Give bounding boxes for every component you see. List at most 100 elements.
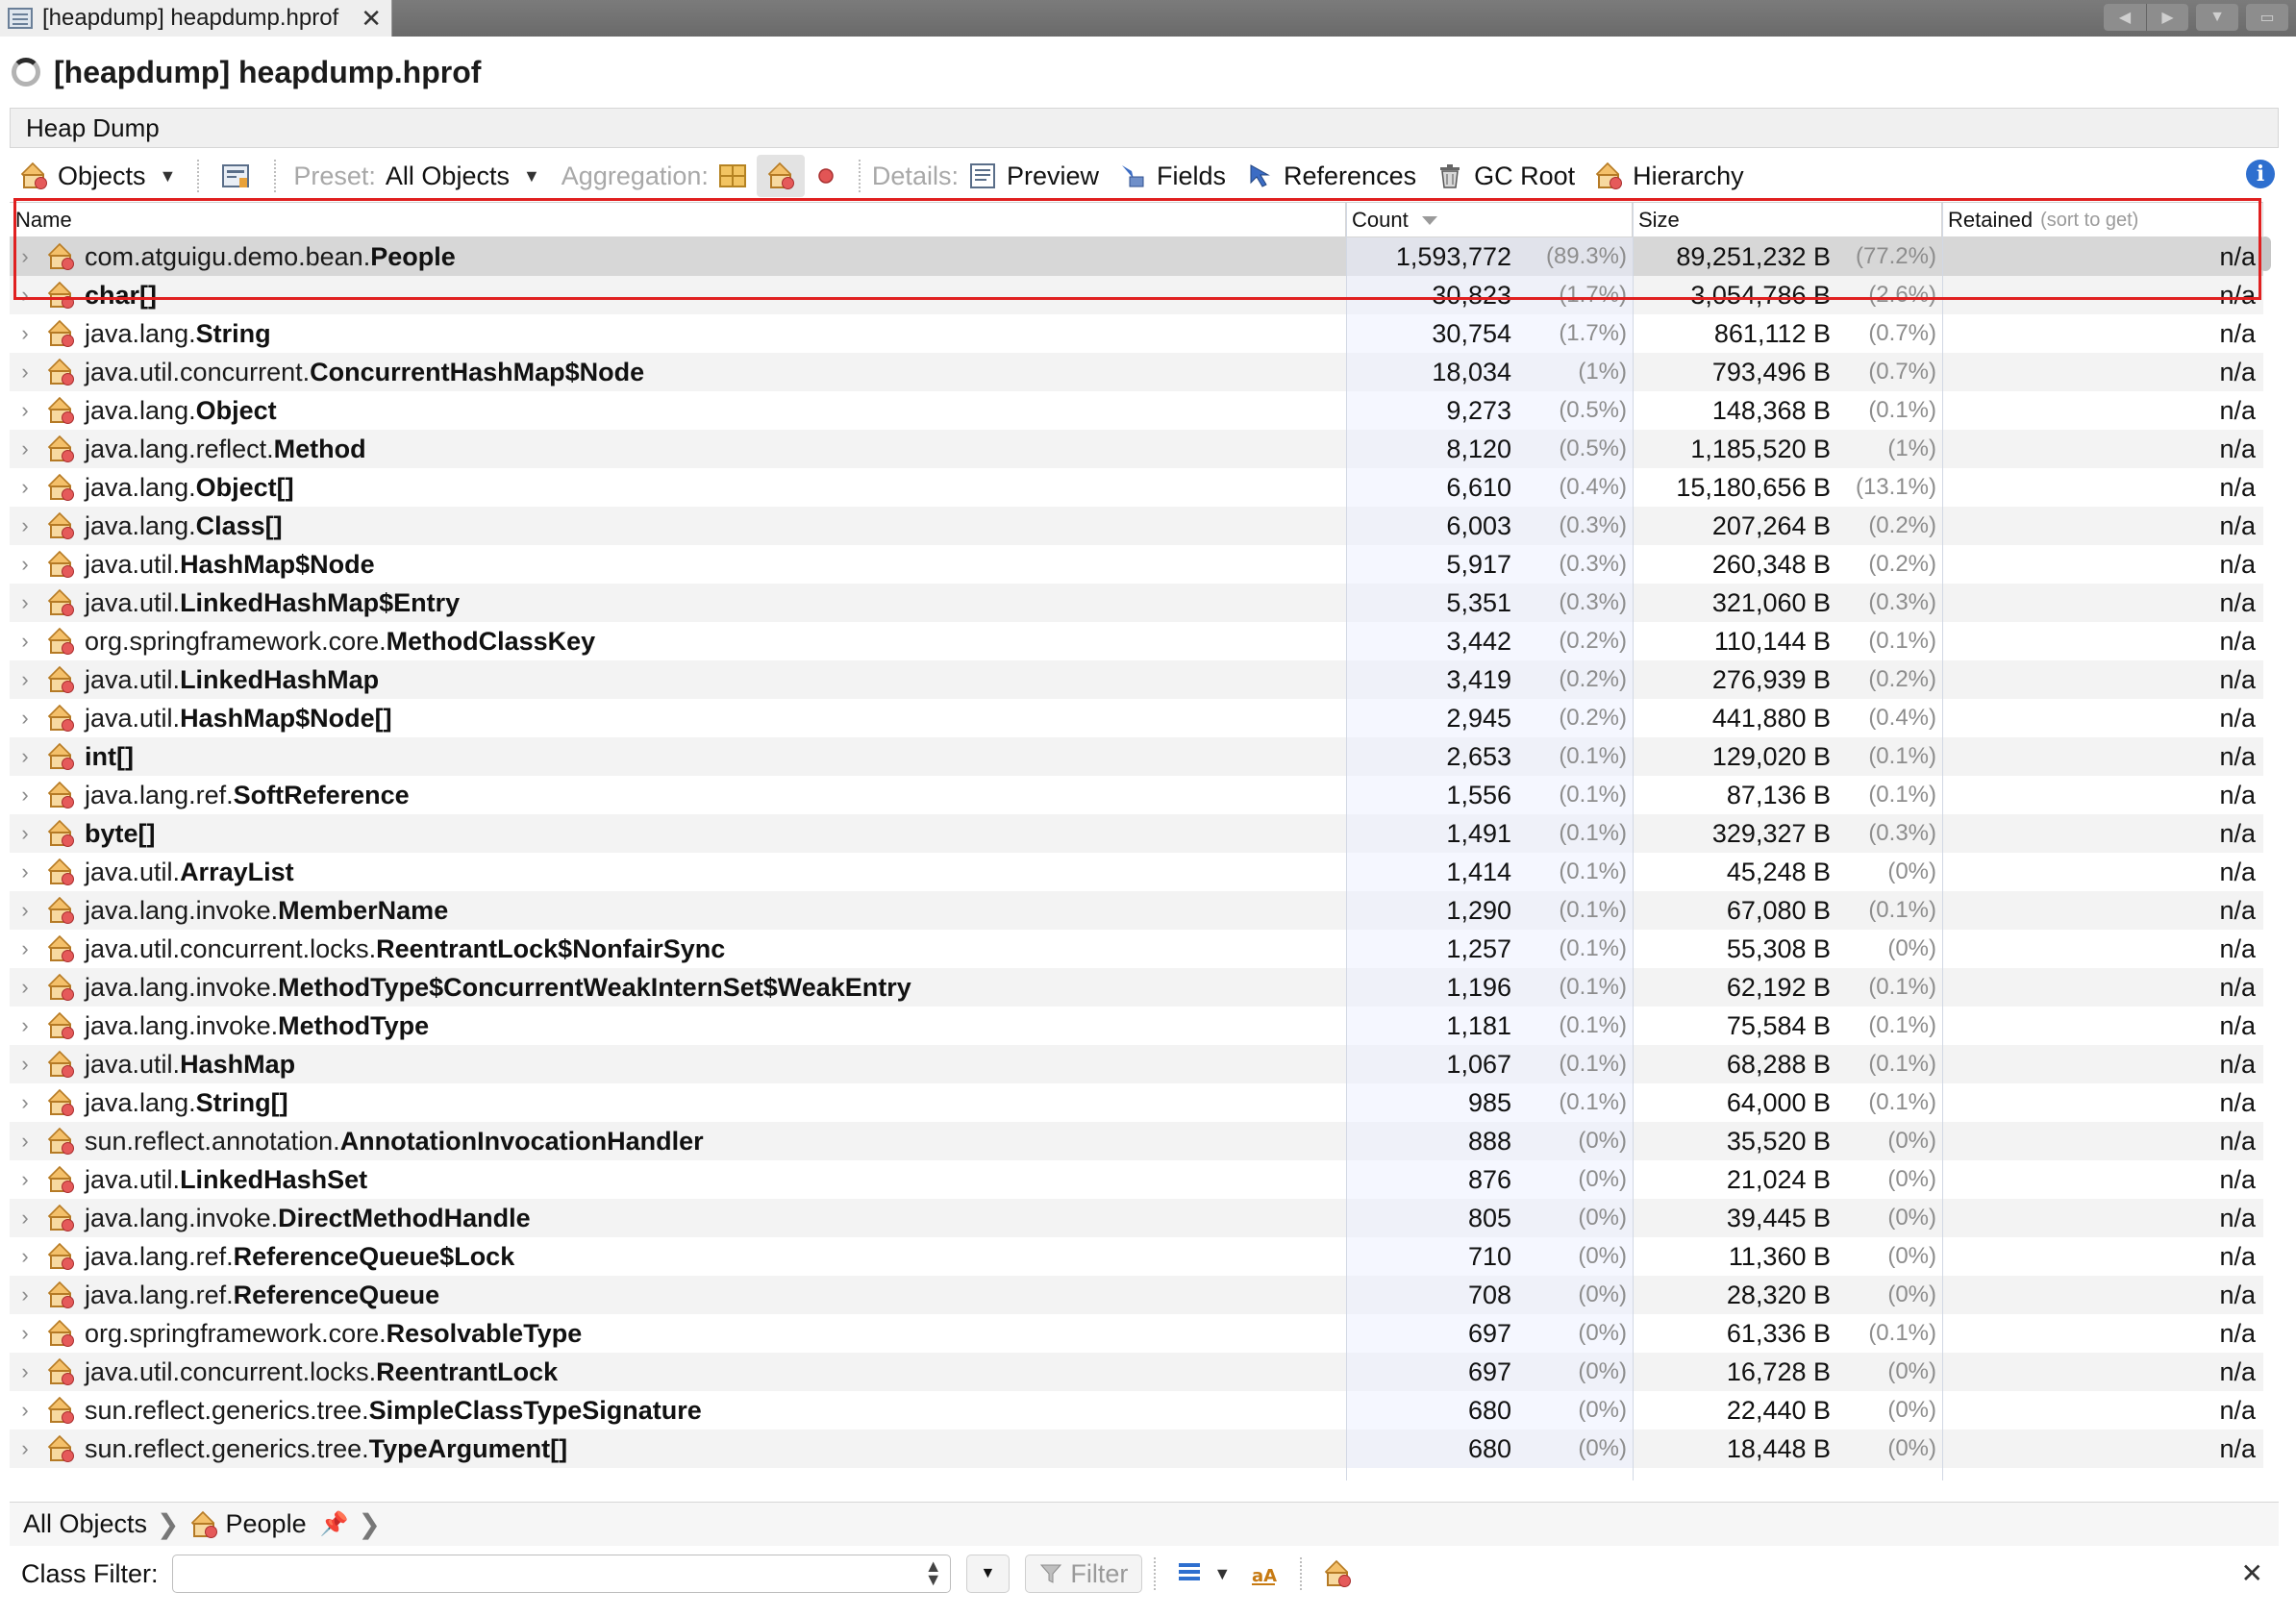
- aggregation-packages-button[interactable]: [709, 155, 757, 197]
- table-row[interactable]: › java.lang. Object 9,273 (0.5%) 148,368 B (0.…: [10, 391, 2263, 430]
- expand-icon[interactable]: ›: [15, 1282, 35, 1307]
- table-row[interactable]: › java.lang. String 30,754 (1.7%) 861,112 B (0…: [10, 314, 2263, 353]
- expand-icon[interactable]: ›: [15, 744, 35, 769]
- filter-class-button[interactable]: [1313, 1553, 1361, 1595]
- expand-icon[interactable]: ›: [15, 783, 35, 808]
- close-icon[interactable]: ✕: [361, 4, 382, 34]
- hierarchy-button[interactable]: Hierarchy: [1585, 155, 1754, 197]
- expand-icon[interactable]: ›: [15, 1359, 35, 1384]
- table-row[interactable]: › java.util. ArrayList 1,414 (0.1%) 45,248 B (…: [10, 853, 2263, 891]
- maximize-button[interactable]: ▭: [2246, 4, 2288, 31]
- close-filter-icon[interactable]: ✕: [2241, 1557, 2263, 1589]
- table-row[interactable]: › java.util. HashMap$Node[] 2,945 (0.2%) 441,…: [10, 699, 2263, 737]
- expand-icon[interactable]: ›: [15, 1129, 35, 1154]
- filter-button[interactable]: Filter: [1025, 1555, 1143, 1593]
- expand-icon[interactable]: ›: [15, 706, 35, 731]
- table-row[interactable]: › java.lang.ref. SoftReference 1,556 (0.1%) 8…: [10, 776, 2263, 814]
- table-row[interactable]: › sun.reflect.annotation. AnnotationInvoca…: [10, 1122, 2263, 1160]
- table-row[interactable]: › java.util.concurrent. ConcurrentHashMap$…: [10, 353, 2263, 391]
- table-row[interactable]: › java.util. LinkedHashSet 876 (0%) 21,024 B(…: [10, 1160, 2263, 1199]
- table-row[interactable]: › java.util. LinkedHashMap$Entry 5,351 (0.3%…: [10, 584, 2263, 622]
- references-button[interactable]: References: [1235, 155, 1426, 197]
- table-row[interactable]: › java.lang. Class[] 6,003 (0.3%) 207,264 B (0…: [10, 507, 2263, 545]
- table-row[interactable]: › java.lang.invoke. MethodType 1,181 (0.1%) 7…: [10, 1007, 2263, 1045]
- pin-icon[interactable]: 📌: [320, 1510, 349, 1538]
- column-size[interactable]: Size: [1633, 203, 1942, 237]
- table-row[interactable]: › java.lang.invoke. DirectMethodHandle 805(…: [10, 1199, 2263, 1237]
- expand-icon[interactable]: ›: [15, 1321, 35, 1346]
- expand-icon[interactable]: ›: [15, 360, 35, 385]
- breadcrumb-people[interactable]: People: [226, 1509, 307, 1539]
- expand-icon[interactable]: ›: [15, 1090, 35, 1115]
- filter-options-dropdown[interactable]: ▼: [965, 1555, 1011, 1593]
- table-row[interactable]: › java.util. LinkedHashMap 3,419 (0.2%) 276,9…: [10, 660, 2263, 699]
- scroll-right-button[interactable]: ▶: [2146, 4, 2188, 31]
- expand-icon[interactable]: ›: [15, 975, 35, 1000]
- snapshot-button[interactable]: [211, 155, 262, 197]
- fields-button[interactable]: Fields: [1109, 155, 1235, 197]
- expand-icon[interactable]: ›: [15, 936, 35, 961]
- expand-icon[interactable]: ›: [15, 1244, 35, 1269]
- table-row[interactable]: › org.springframework.core. ResolvableType…: [10, 1314, 2263, 1353]
- chevron-right-icon[interactable]: ❯: [358, 1508, 380, 1540]
- expand-icon[interactable]: ›: [15, 1206, 35, 1231]
- expand-icon[interactable]: ›: [15, 1052, 35, 1077]
- expand-icon[interactable]: ›: [15, 1167, 35, 1192]
- table-row[interactable]: › java.lang. String[] 985 (0.1%) 64,000 B (0.1…: [10, 1083, 2263, 1122]
- table-row[interactable]: › java.util. HashMap$Node 5,917 (0.3%) 260,34…: [10, 545, 2263, 584]
- table-row[interactable]: › java.lang.ref. ReferenceQueue 708 (0%) 28,3…: [10, 1276, 2263, 1314]
- gc-root-button[interactable]: GC Root: [1426, 155, 1585, 197]
- table-row[interactable]: › char[] 30,823 (1.7%) 3,054,786 B (2.6%) n/a: [10, 276, 2263, 314]
- breadcrumb-all-objects[interactable]: All Objects: [23, 1509, 147, 1539]
- column-retained[interactable]: Retained (sort to get): [1942, 203, 2263, 237]
- table-row[interactable]: › java.util.concurrent.locks. ReentrantLoc…: [10, 930, 2263, 968]
- aggregation-instances-button[interactable]: [805, 155, 847, 197]
- expand-icon[interactable]: ›: [15, 475, 35, 500]
- expand-icon[interactable]: ›: [15, 1398, 35, 1423]
- objects-dropdown[interactable]: Objects ▼: [10, 155, 186, 197]
- class-filter-input[interactable]: ▲ ▼: [171, 1555, 951, 1593]
- expand-icon[interactable]: ›: [15, 436, 35, 461]
- column-count[interactable]: Count: [1346, 203, 1633, 237]
- expand-icon[interactable]: ›: [15, 590, 35, 615]
- filter-type-dropdown[interactable]: ▼: [1167, 1553, 1240, 1595]
- vertical-scrollbar[interactable]: [2259, 236, 2271, 271]
- table-row[interactable]: › java.lang.ref. ReferenceQueue$Lock 710 (0%…: [10, 1237, 2263, 1276]
- expand-icon[interactable]: ›: [15, 244, 35, 269]
- table-row[interactable]: › sun.reflect.generics.tree. TypeArgument[…: [10, 1430, 2263, 1468]
- table-row[interactable]: › java.lang.invoke. MethodType$ConcurrentW…: [10, 968, 2263, 1007]
- expand-icon[interactable]: ›: [15, 321, 35, 346]
- expand-icon[interactable]: ›: [15, 1436, 35, 1461]
- table-row[interactable]: › java.util.concurrent.locks. ReentrantLoc…: [10, 1353, 2263, 1391]
- expand-icon[interactable]: ›: [15, 513, 35, 538]
- expand-icon[interactable]: ›: [15, 398, 35, 423]
- table-row[interactable]: › org.springframework.core. MethodClassKey…: [10, 622, 2263, 660]
- info-icon[interactable]: i: [2246, 160, 2275, 188]
- class-name: HashMap: [180, 1049, 296, 1079]
- expand-icon[interactable]: ›: [15, 283, 35, 308]
- match-case-button[interactable]: aA: [1240, 1553, 1288, 1595]
- expand-icon[interactable]: ›: [15, 859, 35, 884]
- table-row[interactable]: › java.lang.invoke. MemberName 1,290 (0.1%) 6…: [10, 891, 2263, 930]
- expand-icon[interactable]: ›: [15, 667, 35, 692]
- expand-icon[interactable]: ›: [15, 1013, 35, 1038]
- stepper-icon[interactable]: ▲ ▼: [925, 1557, 942, 1588]
- table-row[interactable]: › java.util. HashMap 1,067 (0.1%) 68,288 B (0.…: [10, 1045, 2263, 1083]
- scroll-left-button[interactable]: ◀: [2104, 4, 2146, 31]
- table-row[interactable]: › java.lang.reflect. Method 8,120 (0.5%) 1,18…: [10, 430, 2263, 468]
- expand-icon[interactable]: ›: [15, 821, 35, 846]
- table-row[interactable]: › java.lang. Object[] 6,610 (0.4%) 15,180,656…: [10, 468, 2263, 507]
- table-row[interactable]: › int[] 2,653 (0.1%) 129,020 B (0.1%) n/a: [10, 737, 2263, 776]
- table-row[interactable]: › sun.reflect.generics.tree. SimpleClassTy…: [10, 1391, 2263, 1430]
- table-row[interactable]: › byte[] 1,491 (0.1%) 329,327 B (0.3%) n/a: [10, 814, 2263, 853]
- expand-icon[interactable]: ›: [15, 898, 35, 923]
- table-row[interactable]: › com.atguigu.demo.bean. People 1,593,772 (8…: [10, 237, 2263, 276]
- preset-dropdown[interactable]: All Objects ▼: [376, 155, 550, 197]
- tab-list-button[interactable]: ▼: [2196, 4, 2238, 31]
- preview-button[interactable]: Preview: [959, 155, 1109, 197]
- column-name[interactable]: Name: [10, 203, 1346, 237]
- expand-icon[interactable]: ›: [15, 552, 35, 577]
- tab-heapdump[interactable]: [heapdump] heapdump.hprof ✕: [0, 0, 392, 37]
- aggregation-classes-button[interactable]: [756, 155, 805, 197]
- expand-icon[interactable]: ›: [15, 629, 35, 654]
